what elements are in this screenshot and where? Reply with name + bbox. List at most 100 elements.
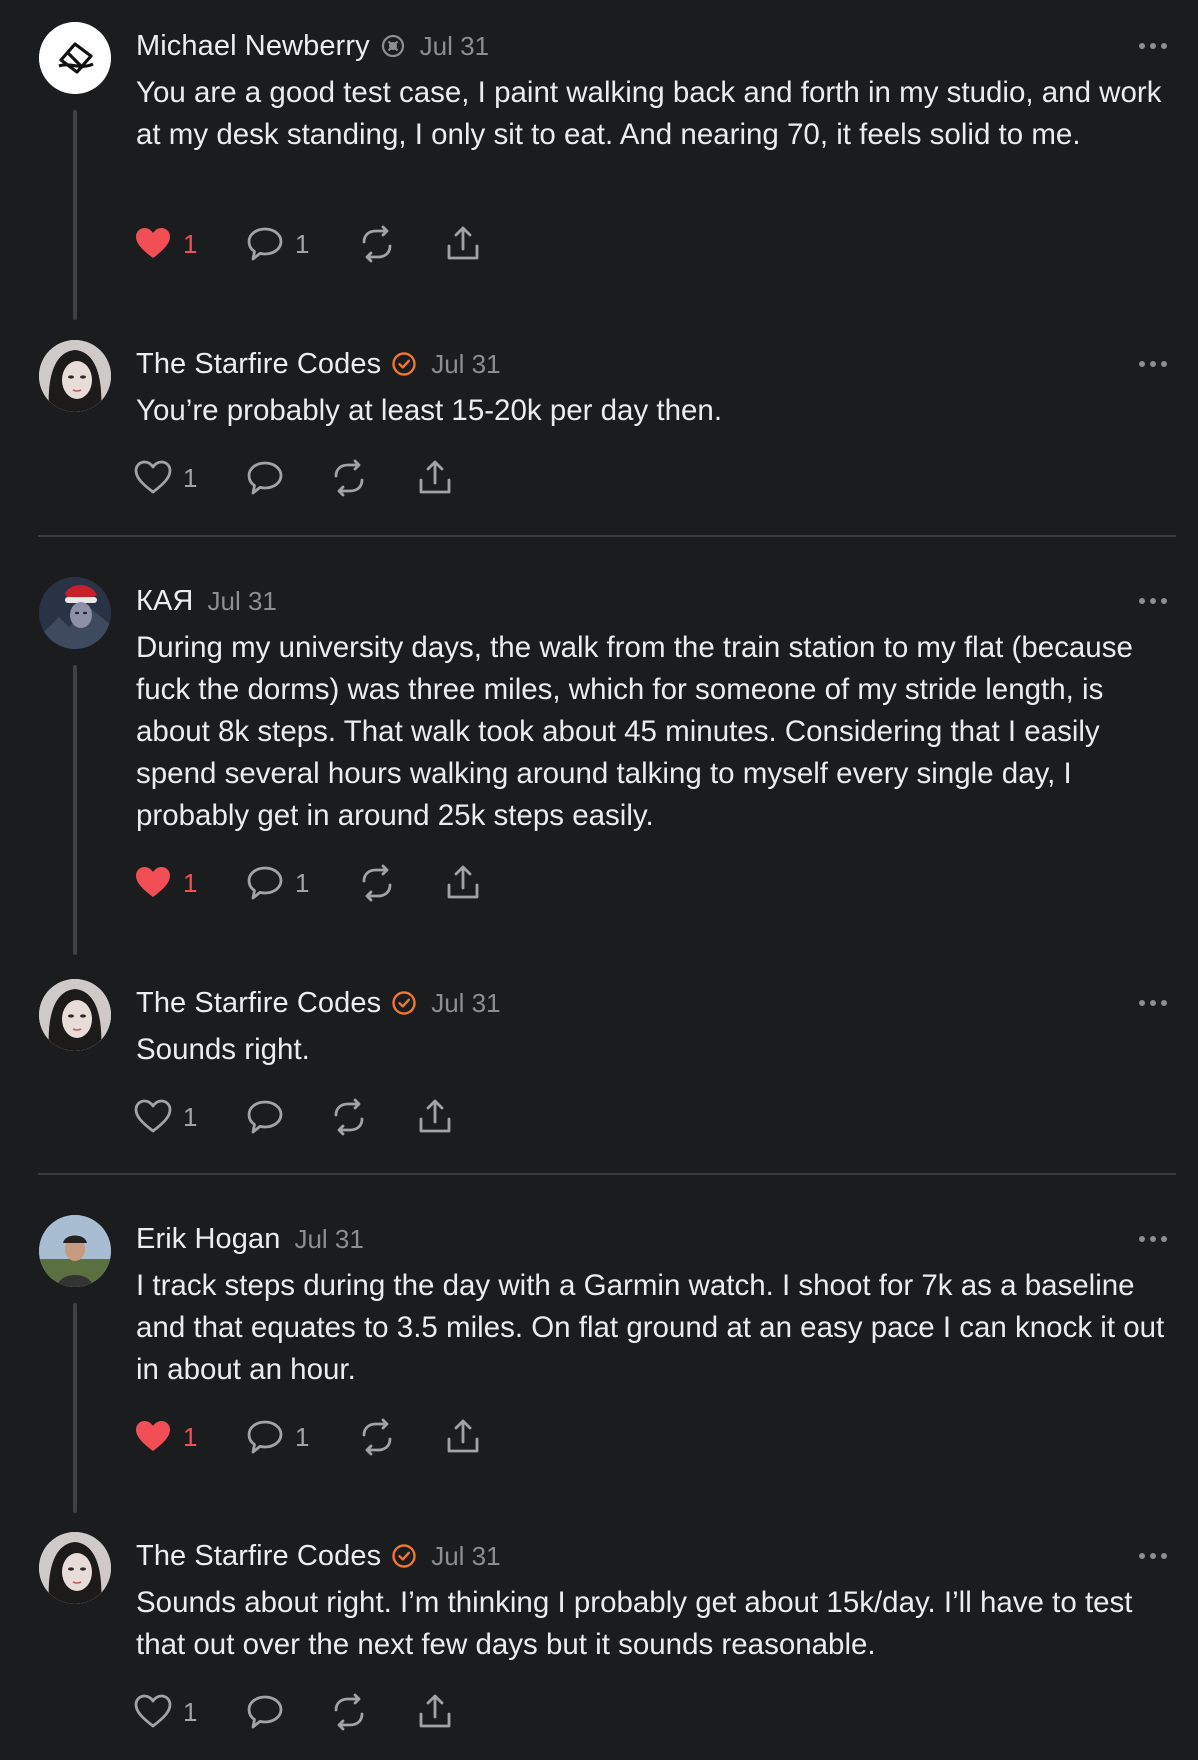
restack-button[interactable] [329,1097,369,1137]
like-count: 1 [183,867,198,898]
restack-icon [362,1418,392,1456]
like-button[interactable]: 1 [133,1417,197,1457]
share-icon [447,865,479,899]
post-date[interactable]: Jul 31 [420,31,489,62]
avatar[interactable] [39,340,111,412]
comment-button[interactable] [245,1692,285,1732]
post-text: You are a good test case, I paint walkin… [136,76,1162,151]
share-button[interactable] [415,1097,455,1137]
post-header: Michael Newberry Jul 31 [136,29,489,63]
comment-icon [247,227,283,261]
author-name[interactable]: Erik Hogan [136,1223,280,1256]
comment-count: 1 [295,228,310,259]
thread-line [73,1303,77,1513]
like-button[interactable]: 1 [133,1692,197,1732]
share-icon [447,1419,479,1453]
author-name[interactable]: Michael Newberry [136,30,370,63]
comment-icon [247,866,283,900]
author-name[interactable]: The Starfire Codes [136,1540,381,1573]
comment-icon [247,1420,283,1454]
restack-button[interactable] [329,1692,369,1732]
heart-filled-icon [136,1421,170,1451]
share-icon [419,460,451,494]
divider [38,535,1176,537]
more-options-icon[interactable] [1138,360,1168,368]
share-icon [419,1694,451,1728]
heart-filled-icon [136,867,170,897]
more-options-icon[interactable] [1138,999,1168,1007]
like-button[interactable]: 1 [133,458,197,498]
post-text: Sounds right. [136,1033,310,1066]
restack-button[interactable] [329,458,369,498]
post-header: The Starfire Codes Jul 31 [136,1539,501,1573]
comment-button[interactable]: 1 [245,1417,309,1457]
like-count: 1 [183,228,198,259]
avatar[interactable] [39,22,111,94]
comment-button[interactable] [245,1097,285,1137]
comment-count: 1 [295,1421,310,1452]
post-date[interactable]: Jul 31 [207,586,276,617]
heart-filled-icon [136,228,170,258]
avatar[interactable] [39,1532,111,1604]
more-options-icon[interactable] [1138,1552,1168,1560]
post-text: Sounds about right. I’m thinking I proba… [136,1586,1133,1661]
share-button[interactable] [415,458,455,498]
author-name[interactable]: КАЯ [136,585,193,618]
share-icon [419,1099,451,1133]
post-date[interactable]: Jul 31 [294,1224,363,1255]
share-button[interactable] [443,863,483,903]
like-count: 1 [183,1696,198,1727]
post-date[interactable]: Jul 31 [431,1541,500,1572]
more-options-icon[interactable] [1138,597,1168,605]
restack-button[interactable] [357,1417,397,1457]
share-button[interactable] [443,224,483,264]
comment-icon [247,1695,283,1729]
comment-button[interactable] [245,458,285,498]
restack-button[interactable] [357,224,397,264]
like-count: 1 [183,1101,198,1132]
verified-badge-icon [391,990,417,1016]
post-date[interactable]: Jul 31 [431,988,500,1019]
avatar[interactable] [39,1215,111,1287]
like-button[interactable]: 1 [133,1097,197,1137]
post-text: You’re probably at least 15-20k per day … [136,394,723,427]
post-text: During my university days, the walk from… [136,631,1133,832]
more-options-icon[interactable] [1138,1235,1168,1243]
restack-icon [334,1693,364,1731]
restack-icon [334,459,364,497]
divider [38,1173,1176,1175]
like-button[interactable]: 1 [133,224,197,264]
restack-icon [362,864,392,902]
restack-icon [334,1098,364,1136]
more-options-icon[interactable] [1138,42,1168,50]
comment-button[interactable]: 1 [245,863,309,903]
share-button[interactable] [443,1417,483,1457]
like-count: 1 [183,1421,198,1452]
comment-count: 1 [295,867,310,898]
restack-button[interactable] [357,863,397,903]
verified-badge-icon [391,351,417,377]
post-header: КАЯ Jul 31 [136,584,277,618]
like-count: 1 [183,462,198,493]
author-name[interactable]: The Starfire Codes [136,348,381,381]
post-header: Erik Hogan Jul 31 [136,1222,364,1256]
post-date[interactable]: Jul 31 [431,349,500,380]
author-name[interactable]: The Starfire Codes [136,987,381,1020]
post-header: The Starfire Codes Jul 31 [136,347,501,381]
avatar[interactable] [39,979,111,1051]
comment-icon [247,1100,283,1134]
restack-icon [362,225,392,263]
comment-icon [247,461,283,495]
heart-outline-icon [134,1694,172,1728]
post-text: I track steps during the day with a Garm… [136,1269,1165,1386]
like-button[interactable]: 1 [133,863,197,903]
share-button[interactable] [415,1692,455,1732]
verified-badge-icon [391,1543,417,1569]
grey-badge-icon [380,33,406,59]
heart-outline-icon [134,1099,172,1133]
post-header: The Starfire Codes Jul 31 [136,986,501,1020]
comment-feed: Michael Newberry Jul 31 You are a good t… [0,0,1198,1760]
avatar[interactable] [39,577,111,649]
thread-line [73,110,77,320]
comment-button[interactable]: 1 [245,224,309,264]
